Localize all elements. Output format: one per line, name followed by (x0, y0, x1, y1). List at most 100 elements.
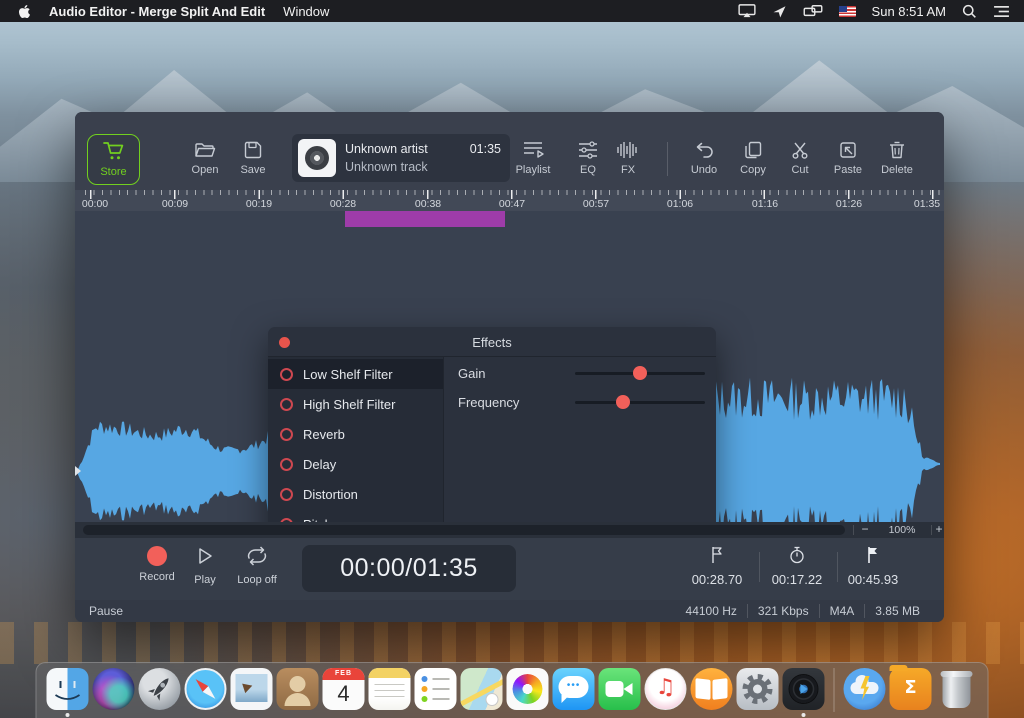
horizontal-scrollbar[interactable] (83, 525, 845, 535)
timeline-ruler[interactable]: 00:00 00:09 00:19 00:28 00:38 00:47 00:5… (75, 190, 944, 211)
effect-item-pitch[interactable]: Pitch (268, 509, 443, 522)
dock-itunes-icon[interactable]: ♫ (644, 668, 687, 710)
track-info: Unknown artist Unknown track 01:35 (292, 134, 510, 182)
loop-icon (245, 546, 269, 569)
selection-start-time: 00:28.70 (691, 572, 743, 587)
dock-messages-icon[interactable] (552, 668, 595, 710)
menu-clock[interactable]: Sun 8:51 AM (872, 4, 946, 19)
dock-launchpad-icon[interactable] (138, 668, 181, 710)
slider-knob[interactable] (633, 366, 647, 380)
effect-item-reverb[interactable]: Reverb (268, 419, 443, 449)
transport-bar: Record Play Loop off 00:00/01:35 00:28.7 (75, 538, 944, 600)
loop-button[interactable]: Loop off (227, 546, 287, 586)
paste-button[interactable]: Paste (820, 140, 876, 186)
dock-contacts-icon[interactable] (276, 668, 319, 710)
playback-state: Pause (89, 604, 124, 618)
radio-icon (280, 487, 293, 501)
dock-audio-editor-icon[interactable] (782, 668, 825, 717)
selection-start-marker[interactable]: 00:28.70 (677, 546, 757, 587)
undo-button[interactable]: Undo (676, 140, 732, 186)
playlist-button[interactable]: Playlist (505, 140, 561, 186)
folder-icon (194, 140, 216, 160)
ruler-label: 00:19 (245, 198, 273, 210)
time-display: 00:00/01:35 (302, 545, 516, 592)
calendar-month: FEB (322, 668, 365, 680)
effect-item-delay[interactable]: Delay (268, 449, 443, 479)
track-title: Unknown track (345, 160, 428, 174)
zoom-level: 100% (888, 524, 916, 536)
effects-title: Effects (472, 335, 512, 350)
undo-label: Undo (690, 164, 718, 176)
slider-knob[interactable] (616, 395, 631, 409)
airplay-icon[interactable] (737, 4, 756, 18)
ruler-label: 01:16 (751, 198, 779, 210)
input-language-flag-icon[interactable] (838, 5, 856, 17)
dock-reminders-icon[interactable] (414, 668, 457, 710)
track-artist: Unknown artist (345, 142, 428, 156)
effect-label: Delay (303, 456, 337, 472)
effects-titlebar: Effects (268, 327, 716, 357)
status-bar: Pause 44100 Hz 321 Kbps M4A 3.85 MB (75, 600, 944, 622)
dock-downloads-folder-icon[interactable]: Σ (889, 665, 932, 710)
effect-item-low-shelf-filter[interactable]: Low Shelf Filter (268, 359, 443, 389)
bitrate: 321 Kbps (746, 604, 819, 618)
ruler-label: 01:35 (913, 198, 941, 210)
copy-label: Copy (740, 164, 766, 176)
play-button[interactable]: Play (175, 546, 235, 586)
dock-maps-icon[interactable] (460, 668, 503, 710)
selection-region-top[interactable] (345, 211, 505, 227)
zoom-in-button[interactable]: + (933, 522, 945, 538)
frequency-slider[interactable] (575, 395, 705, 409)
zoom-out-button[interactable]: − (858, 522, 872, 538)
selection-end-marker[interactable]: 00:45.93 (833, 546, 913, 587)
notification-center-icon[interactable] (993, 5, 1010, 18)
location-arrow-icon[interactable] (772, 4, 787, 19)
dock-ibooks-icon[interactable] (690, 668, 733, 710)
frequency-label: Frequency (458, 394, 520, 410)
ruler-label: 00:00 (81, 198, 109, 210)
dock-system-preferences-icon[interactable] (736, 668, 779, 710)
effect-label: Reverb (303, 426, 345, 442)
dock-photos-icon[interactable] (506, 668, 549, 710)
dock-siri-icon[interactable] (92, 668, 135, 710)
spotlight-search-icon[interactable] (962, 4, 977, 19)
flag-filled-icon (865, 546, 881, 567)
menu-item-window[interactable]: Window (283, 4, 329, 19)
dock-facetime-icon[interactable] (598, 668, 641, 710)
selection-end-time: 00:45.93 (847, 572, 899, 587)
delete-button[interactable]: Delete (869, 140, 925, 186)
dock-mail-icon[interactable] (230, 668, 273, 710)
dock-cloudapp-icon[interactable] (843, 668, 886, 710)
gain-slider[interactable] (575, 366, 705, 380)
effect-item-distortion[interactable]: Distortion (268, 479, 443, 509)
waveform-area[interactable]: Effects Low Shelf Filter High Shelf Filt… (75, 211, 944, 522)
effect-item-high-shelf-filter[interactable]: High Shelf Filter (268, 389, 443, 419)
menu-app-title[interactable]: Audio Editor - Merge Split And Edit (49, 4, 265, 19)
dock-finder-icon[interactable] (46, 668, 89, 717)
dock-trash-icon[interactable] (936, 668, 978, 710)
dock-calendar-icon[interactable]: FEB 4 (322, 668, 365, 710)
playlist-label: Playlist (515, 164, 551, 176)
playhead-marker[interactable] (75, 466, 81, 476)
cart-icon (102, 141, 126, 164)
eq-label: EQ (580, 164, 596, 176)
ruler-label: 01:06 (666, 198, 694, 210)
dock-safari-icon[interactable] (184, 668, 227, 710)
save-button[interactable]: Save (225, 140, 281, 186)
audio-editor-window: Store Open Save Unknown artist Unknown t… (75, 112, 944, 622)
track-duration: 01:35 (469, 142, 501, 156)
toolbar: Store Open Save Unknown artist Unknown t… (75, 112, 944, 190)
desktop: Audio Editor - Merge Split And Edit Wind… (0, 0, 1024, 718)
zoom-separator (931, 525, 932, 535)
ruler-label: 00:38 (414, 198, 442, 210)
scissors-icon (790, 140, 810, 160)
dock-notes-icon[interactable] (368, 668, 411, 710)
apple-menu-icon[interactable] (18, 4, 31, 19)
displays-icon[interactable] (803, 4, 823, 18)
running-indicator (801, 713, 806, 717)
fx-wave-icon (615, 140, 641, 160)
menu-bar: Audio Editor - Merge Split And Edit Wind… (0, 0, 1024, 22)
fx-button[interactable]: FX (600, 140, 656, 186)
store-button[interactable]: Store (87, 134, 140, 185)
selection-duration-marker[interactable]: 00:17.22 (757, 546, 837, 587)
